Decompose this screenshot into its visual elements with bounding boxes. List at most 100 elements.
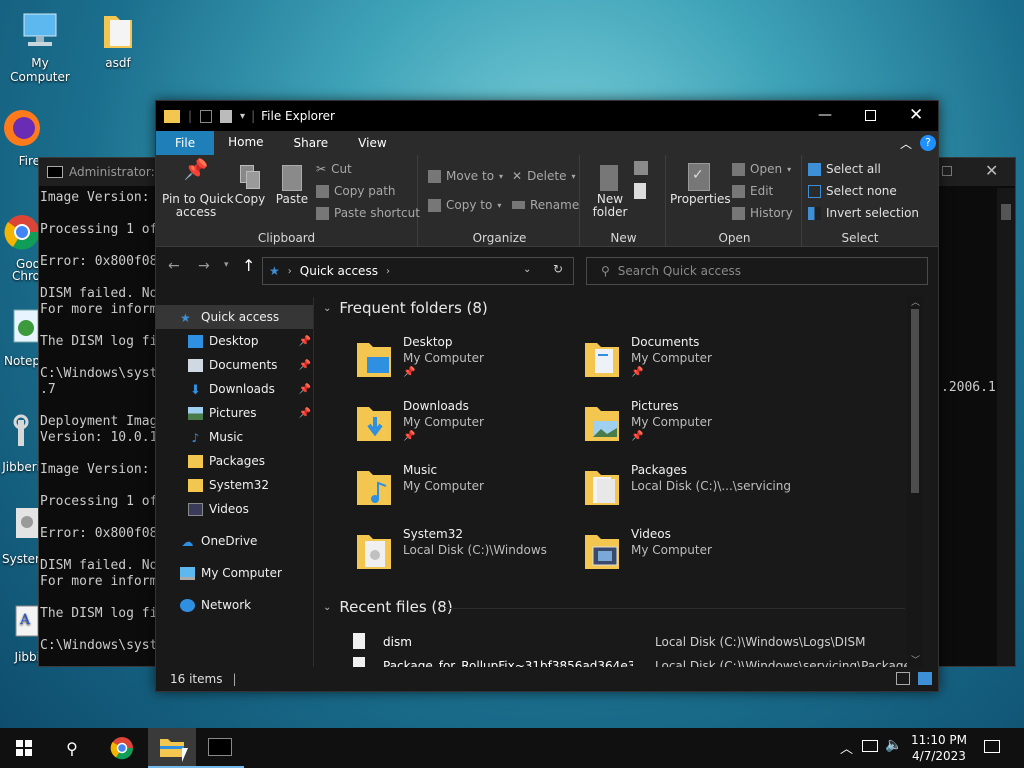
scroll-thumb[interactable]: [911, 309, 919, 493]
history-button[interactable]: History: [732, 206, 793, 220]
pin-icon[interactable]: 📌: [299, 408, 311, 419]
folder-tile-music[interactable]: Music My Computer: [357, 463, 583, 521]
pin-icon[interactable]: 📌: [299, 384, 311, 395]
nav-item-desktop[interactable]: Desktop 📌: [156, 329, 313, 353]
desktop-icon-jibbi[interactable]: A Jibbi: [0, 602, 40, 664]
cmd-maximize-icon[interactable]: [942, 166, 952, 176]
nav-item-music[interactable]: ♪ Music: [156, 425, 313, 449]
nav-item-packages[interactable]: Packages: [156, 449, 313, 473]
move-to-button[interactable]: Move to ▾: [428, 169, 503, 183]
maximize-icon[interactable]: [865, 110, 876, 121]
recent-file-row[interactable]: dism Local Disk (C:)\Windows\Logs\DISM: [353, 631, 913, 653]
invert-selection-button[interactable]: Invert selection: [808, 206, 919, 220]
file-explorer-window[interactable]: | ▾ | File Explorer — ✕ File Home Share …: [155, 100, 939, 692]
nav-item-videos[interactable]: Videos: [156, 497, 313, 521]
edit-button[interactable]: Edit: [732, 184, 773, 198]
taskbar-file-explorer[interactable]: [148, 728, 196, 768]
delete-button[interactable]: ✕ Delete ▾: [512, 169, 576, 183]
nav-item-my-computer[interactable]: My Computer: [156, 561, 313, 585]
nav-item-quick-access[interactable]: ★ Quick access: [156, 305, 313, 329]
tab-home[interactable]: Home: [214, 131, 278, 155]
copy-path-button[interactable]: Copy path: [316, 184, 396, 198]
cmd-scrollbar[interactable]: [997, 188, 1015, 666]
desktop-icon-notepad[interactable]: Notep: [0, 306, 40, 368]
folder-tile-documents[interactable]: Documents My Computer 📌: [585, 335, 811, 393]
taskbar-cmd[interactable]: [196, 728, 244, 768]
show-hidden-icons-icon[interactable]: ︿: [840, 738, 853, 757]
pin-icon[interactable]: 📌: [299, 336, 311, 347]
desktop-icon-firefox[interactable]: Fire: [0, 106, 40, 168]
easy-access-icon[interactable]: [634, 183, 646, 199]
cut-button[interactable]: ✂ Cut: [316, 162, 352, 176]
start-button[interactable]: [0, 728, 48, 768]
tab-view[interactable]: View: [344, 131, 400, 155]
group-new: New folder New: [582, 155, 666, 247]
desktop-icon-system[interactable]: Syster: [0, 504, 40, 566]
up-arrow-icon[interactable]: ↑: [242, 256, 255, 275]
large-icons-view-icon[interactable]: [918, 672, 932, 685]
folder-tile-system32[interactable]: System32 Local Disk (C:)\Windows: [357, 527, 583, 585]
taskbar-chrome[interactable]: [98, 728, 146, 768]
tab-file[interactable]: File: [156, 131, 215, 155]
folder-tile-videos[interactable]: Videos My Computer: [585, 527, 811, 585]
nav-item-system32[interactable]: System32: [156, 473, 313, 497]
recent-locations-icon[interactable]: ▾: [224, 260, 229, 270]
scroll-up-icon[interactable]: ︿: [911, 297, 920, 308]
help-icon[interactable]: ?: [920, 135, 936, 151]
close-icon[interactable]: ✕: [909, 105, 923, 125]
new-folder-quick-icon[interactable]: [220, 109, 233, 123]
properties-quick-icon[interactable]: [200, 109, 213, 123]
pin-icon[interactable]: 📌: [299, 360, 311, 371]
nav-item-onedrive[interactable]: ☁ OneDrive: [156, 529, 313, 553]
desktop-icon-chrome[interactable]: Goo Chro: [0, 210, 40, 282]
search-box[interactable]: ⚲ Search Quick access: [586, 257, 928, 285]
cmd-scroll-thumb[interactable]: [1001, 204, 1011, 220]
details-view-icon[interactable]: [896, 672, 910, 685]
new-folder-button[interactable]: New folder: [586, 163, 634, 219]
folder-tile-desktop[interactable]: Desktop My Computer 📌: [357, 335, 583, 393]
notifications-icon[interactable]: [984, 740, 1000, 753]
rename-button[interactable]: Rename: [512, 198, 579, 212]
address-location[interactable]: Quick access: [300, 264, 378, 278]
properties-button[interactable]: ✓ Properties: [670, 163, 731, 206]
tab-share[interactable]: Share: [278, 131, 345, 155]
explorer-titlebar[interactable]: | ▾ | File Explorer — ✕: [156, 101, 938, 131]
copy-button[interactable]: Copy: [232, 163, 268, 206]
folder-tile-packages[interactable]: Packages Local Disk (C:)\...\servicing: [585, 463, 811, 521]
paste-button[interactable]: Paste: [274, 163, 310, 206]
desktop-icon-jibberish[interactable]: Jibberi: [0, 412, 40, 474]
nav-item-downloads[interactable]: ⬇ Downloads 📌: [156, 377, 313, 401]
pin-quick-access-button[interactable]: 📌 Pin to Quick access: [162, 159, 234, 219]
refresh-icon[interactable]: ↻: [553, 262, 563, 276]
new-item-icon[interactable]: [634, 161, 648, 175]
forward-arrow-icon[interactable]: →: [198, 258, 210, 274]
paste-shortcut-button[interactable]: Paste shortcut: [316, 206, 420, 220]
clock[interactable]: 11:10 PM 4/7/2023: [904, 732, 974, 764]
frequent-folders-header[interactable]: ⌄ Frequent folders (8): [323, 299, 488, 317]
collapse-ribbon-icon[interactable]: ︿: [900, 135, 912, 152]
content-scrollbar[interactable]: ︿ ﹀: [907, 297, 923, 669]
scroll-down-icon[interactable]: ﹀: [911, 653, 920, 666]
open-button[interactable]: Open ▾: [732, 162, 791, 176]
customize-qat-icon[interactable]: ▾: [240, 111, 245, 122]
folder-tile-downloads[interactable]: Downloads My Computer 📌: [357, 399, 583, 457]
volume-icon[interactable]: 🔈: [885, 737, 902, 753]
network-icon[interactable]: [862, 740, 878, 752]
back-arrow-icon[interactable]: ←: [168, 258, 180, 274]
minimize-icon[interactable]: —: [818, 107, 832, 123]
music-icon: ♪: [191, 430, 200, 445]
desktop-icon-asdf[interactable]: asdf: [78, 8, 158, 70]
address-bar[interactable]: ★ › Quick access › ⌄ ↻: [262, 257, 574, 285]
search-button[interactable]: ⚲: [48, 728, 96, 768]
nav-item-documents[interactable]: Documents 📌: [156, 353, 313, 377]
select-all-button[interactable]: Select all: [808, 162, 881, 176]
cmd-close-icon[interactable]: ✕: [985, 161, 998, 180]
copy-to-button[interactable]: Copy to ▾: [428, 198, 501, 212]
select-none-button[interactable]: Select none: [808, 184, 897, 198]
nav-item-network[interactable]: Network: [156, 593, 313, 617]
desktop-icon-my-computer[interactable]: My Computer: [0, 8, 80, 84]
recent-files-header[interactable]: ⌄ Recent files (8): [323, 598, 453, 616]
address-dropdown-icon[interactable]: ⌄: [523, 264, 531, 275]
nav-item-pictures[interactable]: Pictures 📌: [156, 401, 313, 425]
folder-tile-pictures[interactable]: Pictures My Computer 📌: [585, 399, 811, 457]
